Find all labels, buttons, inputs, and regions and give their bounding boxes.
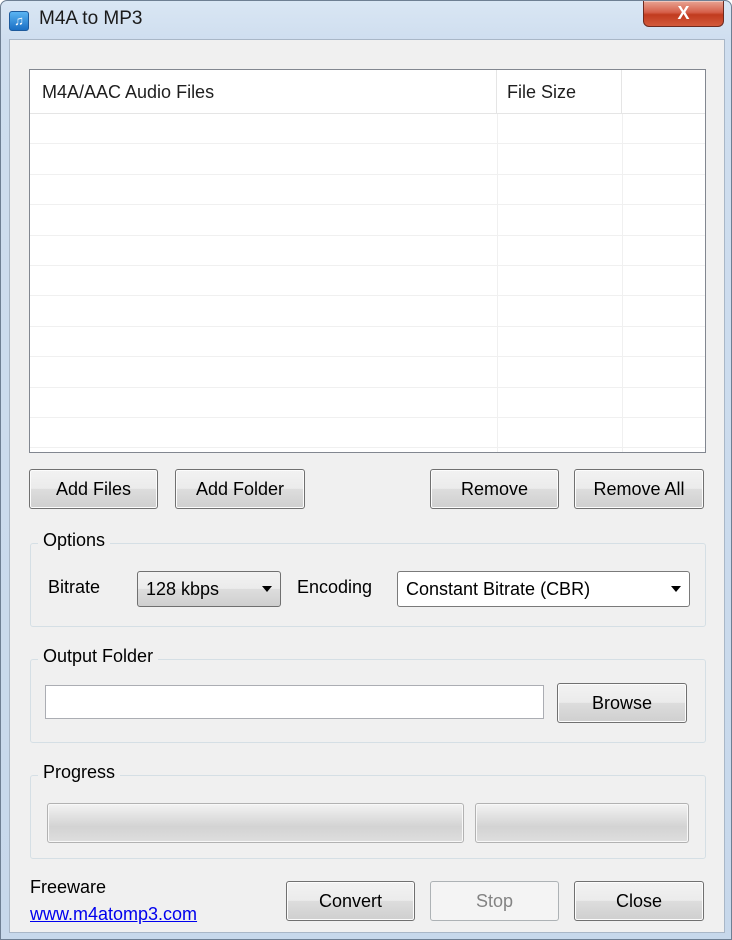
file-progress-bar bbox=[47, 803, 464, 843]
empty-row bbox=[30, 266, 705, 297]
add-folder-button[interactable]: Add Folder bbox=[175, 469, 305, 509]
encoding-selected-value: Constant Bitrate (CBR) bbox=[406, 579, 591, 599]
column-header-audio-files[interactable]: M4A/AAC Audio Files bbox=[30, 70, 497, 114]
column-header-file-size[interactable]: File Size bbox=[497, 70, 622, 114]
chevron-down-icon bbox=[671, 586, 681, 592]
file-list-rows bbox=[30, 114, 705, 449]
app-window: ♫ M4A to MP3 X M4A/AAC Audio Files File … bbox=[0, 0, 732, 940]
total-progress-bar bbox=[475, 803, 689, 843]
add-files-button[interactable]: Add Files bbox=[29, 469, 158, 509]
window-close-button[interactable]: X bbox=[643, 1, 724, 27]
output-folder-input[interactable] bbox=[45, 685, 544, 719]
empty-row bbox=[30, 114, 705, 145]
output-folder-group-label: Output Folder bbox=[38, 646, 159, 667]
column-header-filler bbox=[622, 70, 705, 114]
remove-all-button[interactable]: Remove All bbox=[574, 469, 704, 509]
chevron-down-icon bbox=[262, 586, 272, 592]
empty-row bbox=[30, 236, 705, 266]
encoding-label: Encoding bbox=[297, 577, 373, 597]
file-list[interactable]: M4A/AAC Audio Files File Size bbox=[29, 69, 706, 453]
empty-row bbox=[30, 388, 705, 418]
output-folder-group: Output Folder Browse bbox=[30, 646, 706, 743]
empty-row bbox=[30, 205, 705, 236]
browse-button[interactable]: Browse bbox=[557, 683, 687, 723]
title-bar[interactable]: ♫ M4A to MP3 X bbox=[1, 1, 731, 41]
bitrate-label: Bitrate bbox=[48, 577, 101, 597]
convert-button[interactable]: Convert bbox=[286, 881, 415, 921]
options-group: Options Bitrate 128 kbps Encoding Consta… bbox=[30, 530, 706, 627]
empty-row bbox=[30, 175, 705, 206]
window-title: M4A to MP3 bbox=[39, 8, 143, 29]
website-link[interactable]: www.m4atomp3.com bbox=[30, 904, 197, 925]
options-group-label: Options bbox=[38, 530, 111, 551]
music-note-icon: ♫ bbox=[9, 11, 29, 31]
file-list-header: M4A/AAC Audio Files File Size bbox=[30, 70, 705, 114]
close-icon: X bbox=[677, 3, 690, 23]
remove-button[interactable]: Remove bbox=[430, 469, 559, 509]
empty-row bbox=[30, 418, 705, 449]
client-area: M4A/AAC Audio Files File Size Add Files … bbox=[9, 39, 725, 933]
empty-row bbox=[30, 357, 705, 388]
progress-group: Progress bbox=[30, 762, 706, 859]
progress-group-label: Progress bbox=[38, 762, 121, 783]
bitrate-selected-value: 128 kbps bbox=[146, 579, 220, 599]
empty-row bbox=[30, 144, 705, 175]
empty-row bbox=[30, 327, 705, 358]
stop-button: Stop bbox=[430, 881, 559, 921]
empty-row bbox=[30, 296, 705, 327]
encoding-dropdown[interactable]: Constant Bitrate (CBR) bbox=[397, 571, 690, 607]
bitrate-dropdown[interactable]: 128 kbps bbox=[137, 571, 281, 607]
close-button[interactable]: Close bbox=[574, 881, 704, 921]
freeware-label: Freeware bbox=[30, 877, 107, 897]
